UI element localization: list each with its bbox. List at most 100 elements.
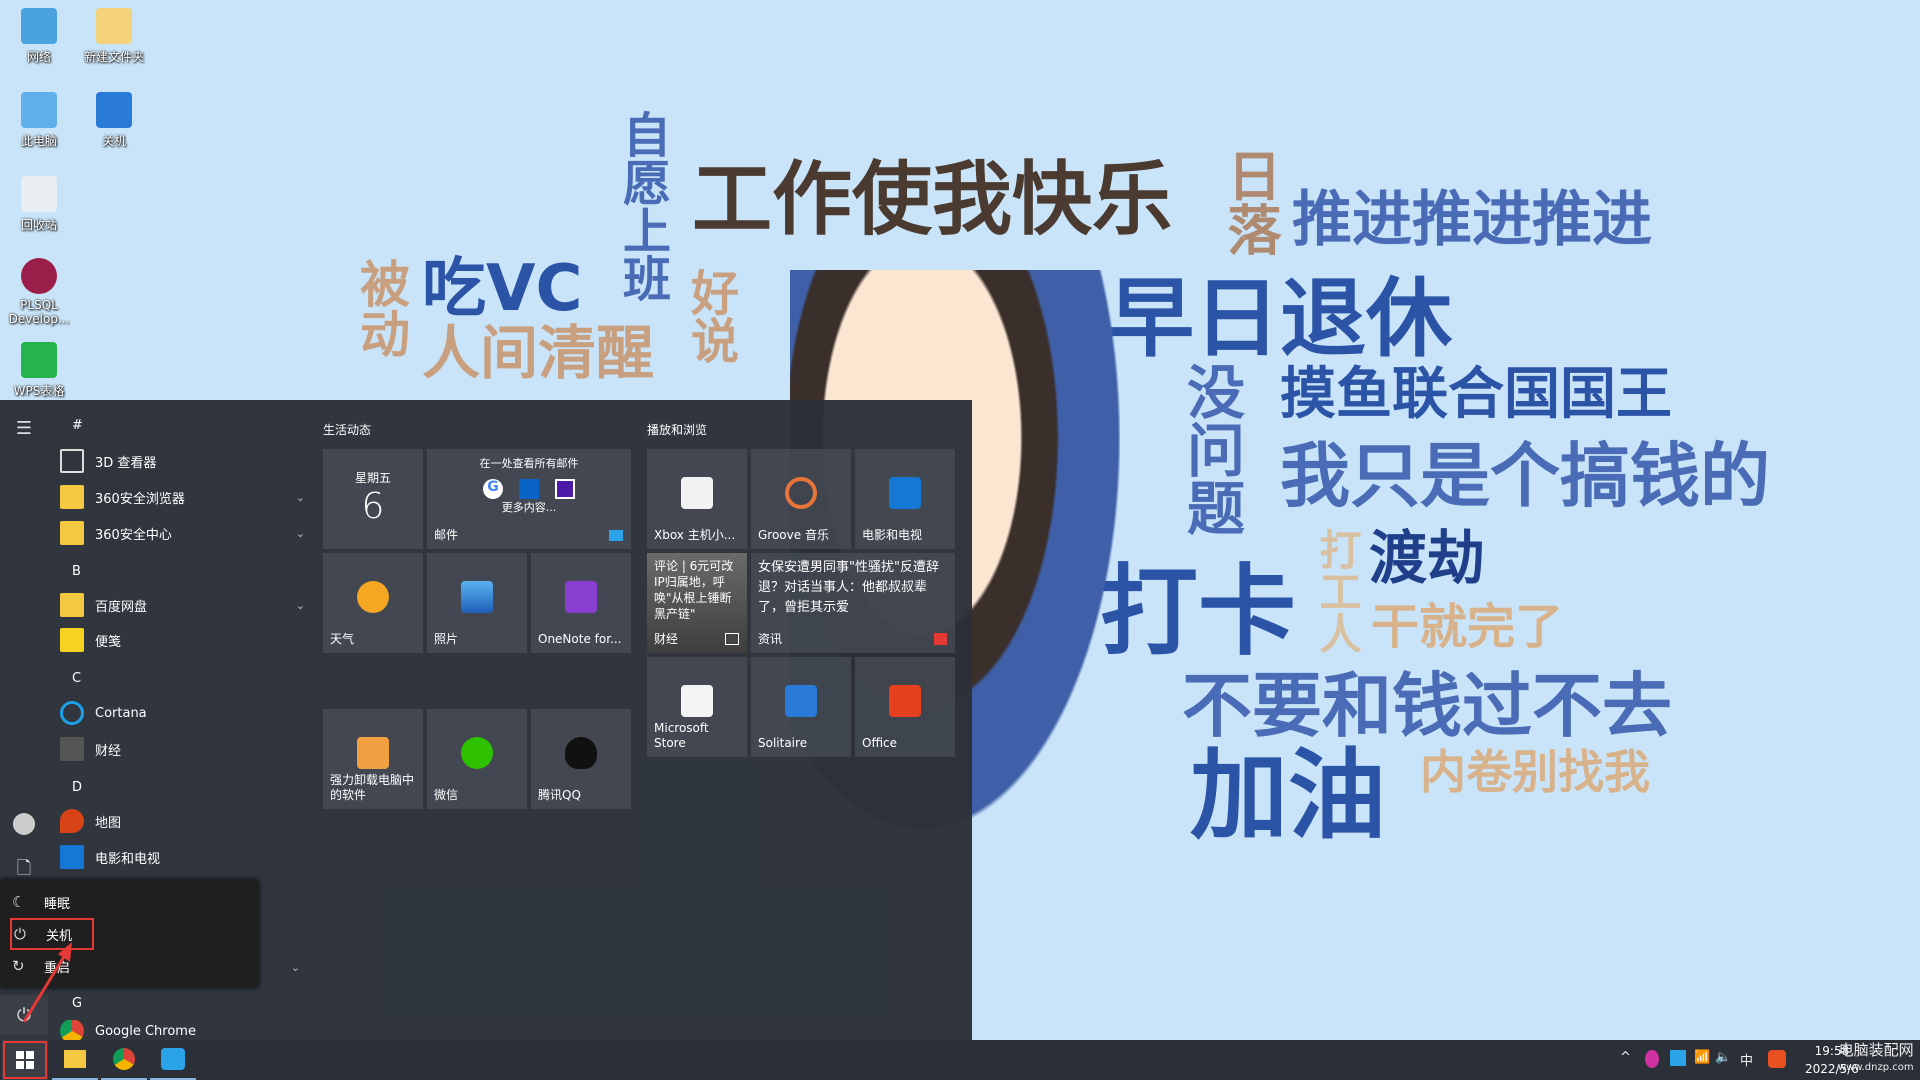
chevron-down-icon[interactable]: ⌄ <box>296 491 305 504</box>
wallpaper-text: 打卡 <box>1100 555 1297 669</box>
mail-icon <box>609 530 623 541</box>
folder-icon <box>96 8 132 44</box>
network-icon <box>21 8 57 44</box>
app-360-browser[interactable]: 360安全浏览器 ⌄ <box>60 480 305 514</box>
wallpaper-text: 人间清醒 <box>422 319 655 387</box>
qq-tray-icon[interactable] <box>1645 1050 1659 1068</box>
map-pin-icon <box>60 809 84 833</box>
taskbar-chrome[interactable] <box>101 1040 147 1080</box>
wallpaper-text: 早日退休 <box>1108 269 1452 369</box>
app-baidu-netdisk[interactable]: 百度网盘 ⌄ <box>60 588 305 622</box>
database-icon <box>21 258 57 294</box>
app-cortana[interactable]: Cortana <box>60 696 305 730</box>
app-finance[interactable]: 财经 <box>60 732 305 766</box>
sogou-ime-icon[interactable] <box>1768 1050 1786 1068</box>
tile-solitaire[interactable]: Solitaire <box>751 657 851 757</box>
wallpaper-text: 自愿上班 <box>614 110 670 302</box>
app-google-chrome[interactable]: Google Chrome <box>60 1020 305 1042</box>
letter-header[interactable]: # <box>72 418 83 433</box>
group-expand[interactable]: ⌄ <box>270 950 300 984</box>
wifi-icon[interactable]: 📶 <box>1694 1050 1710 1065</box>
chevron-down-icon[interactable]: ⌄ <box>296 527 305 540</box>
computer-icon <box>21 92 57 128</box>
tile-qq[interactable]: 腾讯QQ <box>531 709 631 809</box>
chevron-down-icon[interactable]: ⌄ <box>296 599 305 612</box>
app-sticky-notes[interactable]: 便笺 <box>60 623 305 657</box>
app-maps[interactable]: 地图 <box>60 804 305 838</box>
wallpaper-text: 干就完了 <box>1371 599 1564 655</box>
power-sleep[interactable]: ☾ 睡眠 <box>12 888 70 916</box>
chevron-down-icon[interactable]: ⌄ <box>291 961 300 974</box>
tile-office[interactable]: Office <box>855 657 955 757</box>
app-3d-viewer[interactable]: 3D 查看器 <box>60 444 305 478</box>
taskbar: ^ 📶 🔈 中 19:58 2022/5/6 电脑装配网 www.dnzp.com <box>0 1040 1920 1080</box>
weather-icon <box>357 581 389 613</box>
taskbar-wps[interactable] <box>150 1040 196 1080</box>
volume-icon[interactable]: 🔈 <box>1715 1050 1731 1065</box>
desktop-icon-new-folder[interactable]: 新建文件夹 <box>75 8 153 65</box>
windows-icon <box>16 1051 34 1069</box>
group-label: 播放和浏览 <box>647 423 708 437</box>
wallpaper-text: 我只是个搞钱的 <box>1280 435 1770 517</box>
qq-penguin-icon <box>565 737 597 769</box>
watermark: 电脑装配网 www.dnzp.com <box>1838 1041 1914 1074</box>
display-tray-icon[interactable] <box>1670 1050 1686 1066</box>
wps-icon <box>161 1048 185 1070</box>
app-movies-tv[interactable]: 电影和电视 <box>60 840 305 874</box>
moon-icon: ☾ <box>12 893 26 911</box>
wallpaper-text: 摸鱼联合国国王 <box>1280 362 1672 427</box>
shortcut-icon <box>96 92 132 128</box>
google-icon: G <box>483 479 503 499</box>
wallpaper-text: 没问题 <box>1177 362 1245 536</box>
chart-icon <box>725 633 739 645</box>
user-avatar[interactable] <box>0 804 48 844</box>
group-label: 生活动态 <box>323 423 372 437</box>
ime-indicator[interactable]: 中 <box>1740 1050 1753 1069</box>
recycle-bin-icon <box>21 176 57 212</box>
tile-mail[interactable]: 在一处查看所有邮件 G 更多内容... 邮件 <box>427 449 631 549</box>
letter-header[interactable]: D <box>72 780 82 795</box>
desktop-icon-network[interactable]: 网络 <box>0 8 78 65</box>
menu-icon[interactable]: ☰ <box>0 408 48 448</box>
folder-icon <box>60 485 84 509</box>
desktop-icon-shutdown[interactable]: 关机 <box>75 92 153 149</box>
desktop-icon-plsql[interactable]: PLSQL Develop... <box>0 258 78 326</box>
wallpaper-text: 日落 <box>1218 148 1281 256</box>
taskbar-file-explorer[interactable] <box>52 1040 98 1080</box>
tile-onenote[interactable]: OneNote for... <box>531 553 631 653</box>
cube-icon <box>60 449 84 473</box>
office-icon <box>889 685 921 717</box>
cards-icon <box>785 685 817 717</box>
uninstall-icon <box>357 737 389 769</box>
tile-microsoft-store[interactable]: Microsoft Store <box>647 657 747 757</box>
desktop-icon-this-pc[interactable]: 此电脑 <box>0 92 78 149</box>
tile-groove[interactable]: Groove 音乐 <box>751 449 851 549</box>
tile-uninstaller[interactable]: 强力卸载电脑中的软件 <box>323 709 423 809</box>
wps-sheet-icon <box>21 342 57 378</box>
xbox-console-icon <box>681 477 713 509</box>
tile-weather[interactable]: 天气 <box>323 553 423 653</box>
tile-finance[interactable]: 评论 | 6元可改IP归属地，呼唤"从根上锤断黑产链" 财经 <box>647 553 747 653</box>
tile-calendar[interactable]: 星期五 6 <box>323 449 423 549</box>
tile-photos[interactable]: 照片 <box>427 553 527 653</box>
start-button[interactable] <box>2 1040 48 1080</box>
chrome-icon <box>113 1048 135 1070</box>
photos-icon <box>461 581 493 613</box>
store-icon <box>681 685 713 717</box>
folder-icon <box>60 593 84 617</box>
wallpaper-text: 加油 <box>1190 739 1387 853</box>
outlook-icon <box>519 479 539 499</box>
desktop-icon-wps[interactable]: WPS表格 <box>0 342 78 399</box>
yahoo-mail-icon <box>555 479 575 499</box>
letter-header[interactable]: C <box>72 671 81 686</box>
tile-xbox[interactable]: Xbox 主机小... <box>647 449 747 549</box>
tile-wechat[interactable]: 微信 <box>427 709 527 809</box>
movie-icon <box>60 845 84 869</box>
wallpaper-text: 内卷别找我 <box>1420 745 1650 799</box>
letter-header[interactable]: B <box>72 564 81 579</box>
tile-news[interactable]: 女保安遭男同事"性骚扰"反遭辞退？对话当事人：他都叔叔辈了，曾拒其示爱 资讯 <box>751 553 955 653</box>
desktop-icon-recycle-bin[interactable]: 回收站 <box>0 176 78 233</box>
tile-movies-tv[interactable]: 电影和电视 <box>855 449 955 549</box>
app-360-security[interactable]: 360安全中心 ⌄ <box>60 516 305 550</box>
show-hidden-icons[interactable]: ^ <box>1620 1050 1631 1065</box>
